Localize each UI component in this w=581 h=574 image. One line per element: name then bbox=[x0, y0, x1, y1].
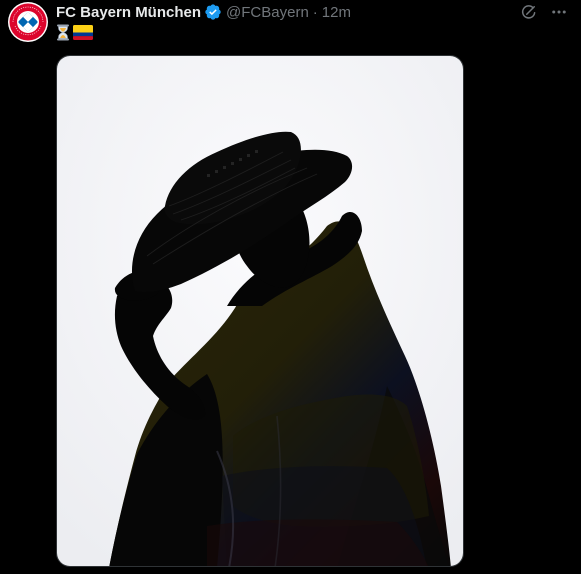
avatar[interactable] bbox=[8, 2, 48, 42]
display-name[interactable]: FC Bayern München bbox=[56, 4, 201, 21]
hourglass-emoji-icon bbox=[56, 24, 70, 45]
tweet-text bbox=[56, 24, 93, 44]
more-dots-icon[interactable] bbox=[549, 2, 569, 22]
tweet-actions bbox=[519, 0, 569, 24]
grok-icon[interactable] bbox=[519, 2, 539, 22]
fc-bayern-crest-icon bbox=[8, 2, 48, 42]
separator-dot: · bbox=[312, 3, 318, 21]
silhouette-photo bbox=[57, 56, 463, 566]
colombia-flag-emoji-icon bbox=[73, 24, 93, 44]
verified-badge-icon bbox=[204, 3, 222, 21]
timestamp[interactable]: 12m bbox=[322, 4, 351, 21]
user-handle[interactable]: @FCBayern bbox=[226, 4, 309, 21]
tweet-header: FC Bayern München @FCBayern · 12m bbox=[56, 2, 351, 22]
tweet-media-image[interactable] bbox=[56, 55, 464, 567]
tweet: FC Bayern München @FCBayern · 12m bbox=[0, 0, 581, 574]
